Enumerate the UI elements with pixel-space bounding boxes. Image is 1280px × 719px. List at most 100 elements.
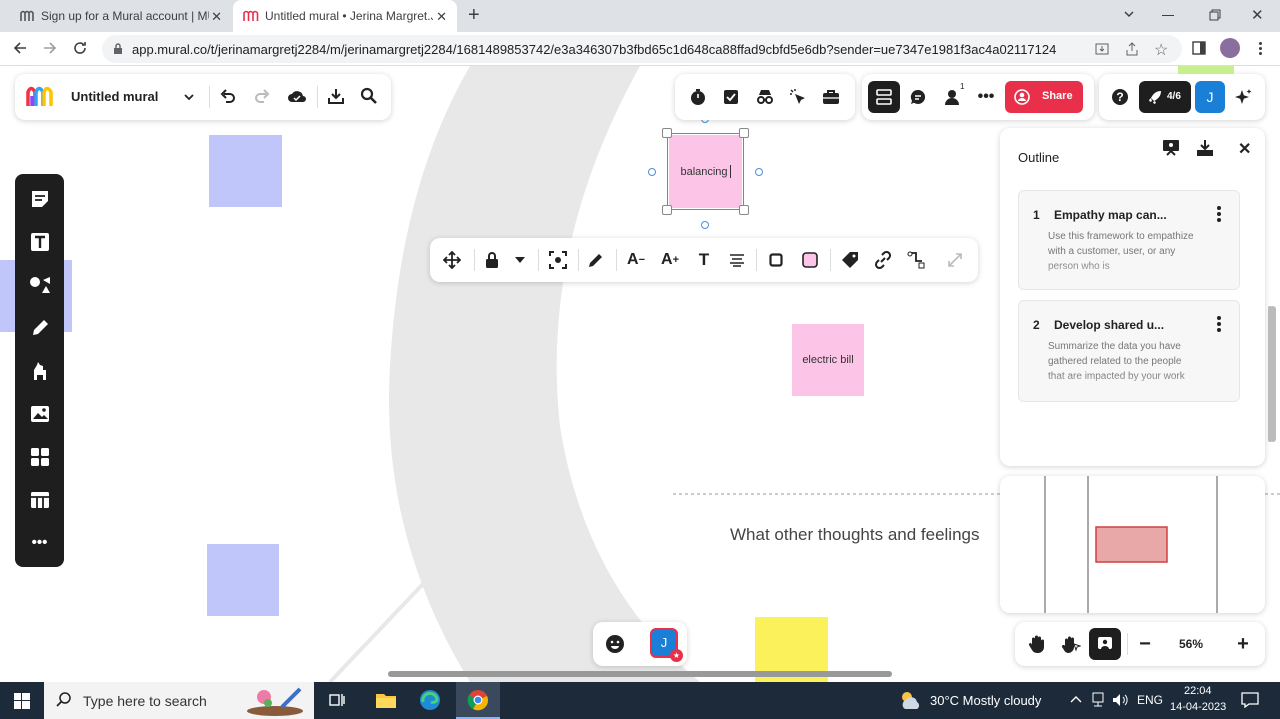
fill-color-icon[interactable] — [800, 250, 820, 270]
border-icon[interactable] — [766, 250, 786, 270]
pencil-icon[interactable] — [586, 250, 606, 270]
link-icon[interactable] — [873, 250, 893, 270]
clock-time[interactable]: 22:04 — [1184, 685, 1212, 697]
laser-pointer-icon[interactable] — [788, 87, 808, 107]
outline-view-icon[interactable] — [868, 81, 900, 113]
resize-handle[interactable] — [662, 205, 672, 215]
chevron-down-icon[interactable] — [183, 91, 195, 103]
draw-tool-icon[interactable] — [27, 315, 52, 340]
move-icon[interactable] — [442, 250, 462, 270]
show-hidden-icons[interactable] — [1070, 694, 1082, 704]
comments-icon[interactable] — [908, 87, 928, 107]
back-icon[interactable] — [12, 40, 28, 56]
increase-font-icon[interactable]: A + — [658, 250, 682, 270]
minimap[interactable] — [1000, 476, 1265, 613]
present-icon[interactable] — [1162, 139, 1180, 157]
zoom-out-button[interactable]: − — [1133, 632, 1157, 656]
focus-icon[interactable] — [548, 250, 568, 270]
image-tool-icon[interactable] — [27, 401, 52, 426]
vertical-scrollbar[interactable] — [1270, 306, 1276, 442]
mural-canvas[interactable]: electric bill balancing What other thoug… — [0, 66, 1280, 682]
voting-icon[interactable] — [721, 87, 741, 107]
browser-tab[interactable]: Sign up for a Mural account | MU ✕ — [8, 0, 232, 32]
resize-handle[interactable] — [662, 128, 672, 138]
chrome-menu-icon[interactable] — [1259, 42, 1262, 55]
install-app-icon[interactable] — [1094, 41, 1110, 57]
select-mode-icon[interactable] — [1059, 632, 1083, 656]
text-format-icon[interactable]: T — [694, 250, 714, 270]
windows-start-icon[interactable] — [14, 693, 30, 709]
private-mode-icon[interactable] — [755, 87, 775, 107]
new-tab-button[interactable]: + — [468, 4, 480, 27]
toolkit-icon[interactable] — [821, 87, 841, 107]
expand-icon[interactable] — [945, 250, 965, 270]
browser-tab-active[interactable]: Untitled mural • Jerina Margret.J ✕ — [233, 0, 457, 32]
reload-icon[interactable] — [72, 40, 88, 56]
emoji-reaction-icon[interactable] — [603, 632, 627, 656]
more-tools-icon[interactable]: ••• — [27, 530, 52, 555]
sticky-note-blue[interactable] — [207, 544, 279, 616]
decrease-font-icon[interactable]: A − — [624, 250, 648, 270]
resize-handle[interactable] — [739, 205, 749, 215]
undo-icon[interactable] — [220, 88, 236, 104]
language-indicator[interactable]: ENG — [1137, 693, 1163, 707]
text-tool-icon[interactable] — [27, 229, 52, 254]
redo-icon[interactable] — [254, 88, 270, 104]
help-icon[interactable]: ? — [1110, 87, 1130, 107]
item-menu-icon[interactable] — [1217, 206, 1221, 224]
taskbar-search-box[interactable]: Type here to search — [44, 682, 314, 719]
network-icon[interactable] — [1091, 692, 1105, 708]
collaborator-count-button[interactable]: 4/6 — [1139, 81, 1191, 113]
ai-sparkle-icon[interactable] — [1233, 87, 1253, 107]
download-icon[interactable] — [1196, 139, 1214, 157]
connector-handle[interactable] — [701, 221, 709, 229]
weather-text[interactable]: 30°C Mostly cloudy — [930, 693, 1041, 708]
participants-icon[interactable] — [942, 87, 962, 107]
connector-icon[interactable] — [906, 250, 926, 270]
caret-down-icon[interactable] — [510, 250, 530, 270]
resize-handle[interactable] — [739, 128, 749, 138]
selection-box[interactable]: balancing — [667, 133, 744, 210]
connector-handle[interactable] — [648, 168, 656, 176]
zoom-in-button[interactable]: + — [1231, 632, 1255, 656]
timer-icon[interactable] — [688, 87, 708, 107]
zoom-level[interactable]: 56% — [1179, 637, 1203, 651]
clock-date[interactable]: 14-04-2023 — [1170, 701, 1226, 713]
chrome-taskbar-button[interactable] — [456, 682, 500, 719]
outline-item[interactable]: 2 Develop shared u... Summarize the data… — [1018, 300, 1240, 402]
task-view-icon[interactable] — [329, 692, 345, 708]
section-prompt-text[interactable]: What other thoughts and feelings — [730, 525, 980, 545]
lock-icon[interactable] — [113, 43, 123, 55]
minimize-icon[interactable] — [1162, 15, 1174, 16]
horizontal-scrollbar[interactable] — [388, 671, 892, 677]
table-tool-icon[interactable] — [27, 487, 52, 512]
export-download-icon[interactable] — [327, 87, 345, 105]
presentation-mode-icon[interactable] — [1089, 628, 1121, 660]
file-explorer-icon[interactable] — [375, 691, 397, 709]
hand-pan-icon[interactable] — [1025, 632, 1049, 656]
profile-avatar[interactable] — [1220, 38, 1240, 58]
user-avatar[interactable]: J — [1195, 81, 1225, 113]
cloud-saved-icon[interactable] — [287, 88, 307, 104]
notifications-icon[interactable] — [1241, 692, 1259, 708]
side-panel-icon[interactable] — [1192, 41, 1206, 55]
share-page-icon[interactable] — [1124, 41, 1140, 57]
close-panel-icon[interactable]: ✕ — [1238, 139, 1251, 159]
forward-icon[interactable] — [42, 40, 58, 56]
tab-search-icon[interactable] — [1122, 7, 1136, 21]
text-align-icon[interactable] — [727, 250, 747, 270]
restore-icon[interactable] — [1209, 9, 1221, 21]
edge-browser-icon[interactable] — [419, 689, 441, 711]
mural-title[interactable]: Untitled mural — [71, 89, 158, 104]
sticky-note-tool-icon[interactable] — [27, 186, 52, 211]
item-menu-icon[interactable] — [1217, 316, 1221, 334]
volume-icon[interactable] — [1112, 693, 1128, 707]
connector-handle[interactable] — [755, 168, 763, 176]
shapes-tool-icon[interactable] — [27, 272, 52, 297]
sticky-note-selected[interactable]: balancing — [669, 135, 742, 208]
share-button[interactable]: Share — [1005, 81, 1083, 113]
close-window-icon[interactable]: ✕ — [1251, 6, 1264, 24]
weather-icon[interactable] — [898, 689, 922, 711]
close-tab-icon[interactable]: ✕ — [436, 9, 447, 25]
templates-tool-icon[interactable] — [27, 444, 52, 469]
